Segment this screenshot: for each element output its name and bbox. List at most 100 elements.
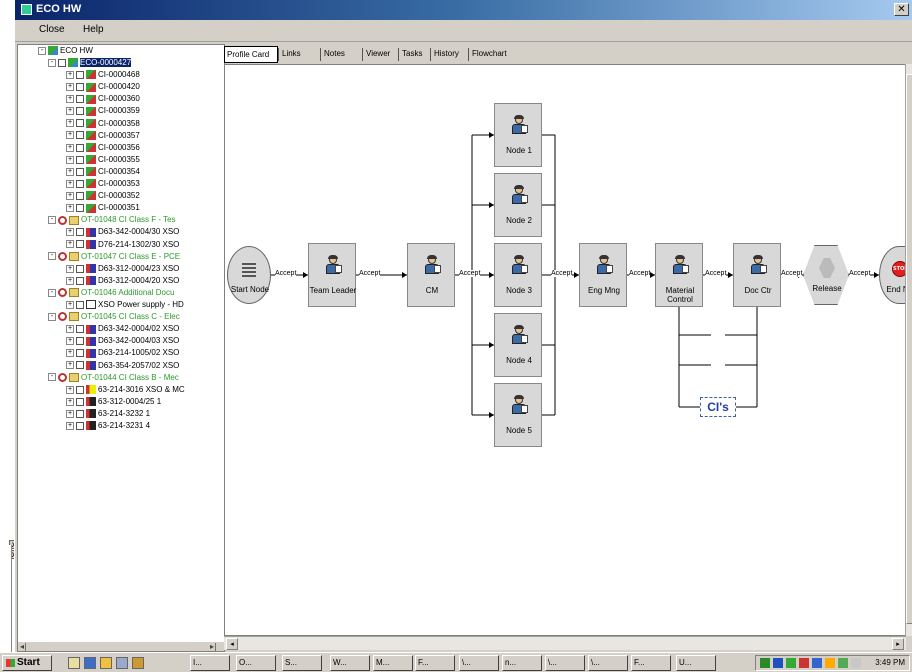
- expand-icon[interactable]: +: [66, 349, 74, 358]
- collapse-icon[interactable]: -: [48, 288, 56, 297]
- tree-item[interactable]: + D63-214-1005/02 XSO: [66, 347, 179, 359]
- tab-tasks[interactable]: Tasks: [400, 46, 428, 63]
- tab-notes[interactable]: Notes: [322, 46, 352, 63]
- eco-tree[interactable]: - ECO HW - ECO-0000427 + CI-0000468 + CI-00004…: [17, 44, 225, 652]
- scroll-left-button[interactable]: ◂: [226, 638, 238, 650]
- workflow-node-team-leader[interactable]: Team Leader: [308, 243, 356, 307]
- checkbox[interactable]: [76, 131, 84, 140]
- collapse-icon[interactable]: -: [48, 252, 56, 261]
- tree-item[interactable]: + D63-342-0004/02 XSO: [66, 323, 179, 335]
- status-icon[interactable]: [838, 658, 848, 668]
- checkbox[interactable]: [76, 155, 84, 164]
- browser-icon[interactable]: [84, 657, 96, 669]
- collapse-icon[interactable]: -: [38, 46, 46, 55]
- tree-horizontal-scrollbar[interactable]: ◂| ▸|: [18, 641, 224, 651]
- taskbar-window-button[interactable]: U...: [676, 655, 716, 671]
- expand-icon[interactable]: +: [66, 337, 74, 346]
- checkbox[interactable]: [76, 83, 84, 92]
- tab-history[interactable]: History: [432, 46, 466, 63]
- tab-flowchart[interactable]: Flowchart: [470, 46, 516, 63]
- tree-root[interactable]: - ECO HW: [38, 45, 93, 57]
- tree-item[interactable]: + CI-0000358: [66, 118, 140, 130]
- expand-icon[interactable]: +: [66, 421, 74, 430]
- expand-icon[interactable]: +: [66, 155, 74, 164]
- taskbar-window-button[interactable]: \...: [588, 655, 628, 671]
- expand-icon[interactable]: +: [66, 228, 74, 237]
- desktop-icon[interactable]: [68, 657, 80, 669]
- checkbox[interactable]: [76, 70, 84, 79]
- explorer-icon[interactable]: [116, 657, 128, 669]
- menu-help[interactable]: Help: [83, 24, 104, 35]
- workflow-node-node-3[interactable]: Node 3: [494, 243, 542, 307]
- tree-item[interactable]: + CI-0000352: [66, 190, 140, 202]
- media-icon[interactable]: [132, 657, 144, 669]
- expand-icon[interactable]: +: [66, 240, 74, 249]
- expand-icon[interactable]: +: [66, 361, 74, 370]
- taskbar-window-button[interactable]: I...: [190, 655, 230, 671]
- start-node[interactable]: Start Node: [227, 246, 271, 304]
- tree-folder-item[interactable]: - OT-01044 CI Class B - Mec: [48, 372, 179, 384]
- scroll-right-button[interactable]: ▸: [892, 638, 904, 650]
- checkbox[interactable]: [76, 337, 84, 346]
- taskbar-window-button[interactable]: \...: [545, 655, 585, 671]
- tree-item[interactable]: +63-312-0004/25 1: [66, 396, 161, 408]
- language-icon[interactable]: [773, 658, 783, 668]
- close-button[interactable]: ✕: [894, 3, 909, 16]
- checkbox[interactable]: [76, 264, 84, 273]
- expand-icon[interactable]: +: [66, 385, 74, 394]
- tree-folder-item[interactable]: - OT-01045 CI Class C - Elec: [48, 311, 180, 323]
- checkbox[interactable]: [76, 119, 84, 128]
- taskbar-window-button[interactable]: W...: [330, 655, 370, 671]
- outlook-icon[interactable]: [100, 657, 112, 669]
- checkbox[interactable]: [76, 179, 84, 188]
- checkbox[interactable]: [76, 95, 84, 104]
- expand-icon[interactable]: +: [66, 300, 74, 309]
- workflow-node-doc-ctr[interactable]: Doc Ctr: [733, 243, 781, 307]
- volume-icon[interactable]: [786, 658, 796, 668]
- tree-item[interactable]: + CI-0000354: [66, 166, 140, 178]
- tree-item[interactable]: + D63-354-2057/02 XSO: [66, 360, 179, 372]
- tree-item[interactable]: + D63-342-0004/03 XSO: [66, 335, 179, 347]
- checkbox[interactable]: [76, 143, 84, 152]
- tree-item[interactable]: +63-214-3232 1: [66, 408, 150, 420]
- taskbar-window-button[interactable]: \...: [459, 655, 499, 671]
- workflow-node-node-4[interactable]: Node 4: [494, 313, 542, 377]
- workflow-node-node-5[interactable]: Node 5: [494, 383, 542, 447]
- checkbox[interactable]: [76, 325, 84, 334]
- expand-icon[interactable]: +: [66, 179, 74, 188]
- checkbox[interactable]: [76, 300, 84, 309]
- checkbox[interactable]: [76, 107, 84, 116]
- tree-item[interactable]: +63-214-3231 4: [66, 420, 150, 432]
- tree-item[interactable]: + D76-214-1302/30 XSO: [66, 239, 179, 251]
- expand-icon[interactable]: +: [66, 119, 74, 128]
- expand-icon[interactable]: +: [66, 397, 74, 406]
- collapse-icon[interactable]: -: [48, 216, 56, 225]
- tree-item[interactable]: + CI-0000351: [66, 202, 140, 214]
- checkbox[interactable]: [76, 167, 84, 176]
- collapse-icon[interactable]: -: [48, 58, 56, 67]
- expand-icon[interactable]: +: [66, 83, 74, 92]
- expand-icon[interactable]: +: [66, 131, 74, 140]
- checkbox[interactable]: [76, 397, 84, 406]
- mail-icon[interactable]: [851, 658, 861, 668]
- workflow-node-node-1[interactable]: Node 1: [494, 103, 542, 167]
- taskbar-window-button[interactable]: F...: [415, 655, 455, 671]
- tree-folder-item[interactable]: - OT-01048 CI Class F - Tes: [48, 214, 176, 226]
- checkbox[interactable]: [76, 385, 84, 394]
- tree-item[interactable]: + CI-0000356: [66, 142, 140, 154]
- expand-icon[interactable]: +: [66, 143, 74, 152]
- checkbox[interactable]: [76, 421, 84, 430]
- title-bar[interactable]: ECO HW ✕: [15, 0, 912, 20]
- tab-links[interactable]: Links: [280, 46, 310, 63]
- tree-folder-item[interactable]: - OT-01046 Additional Docu: [48, 287, 174, 299]
- workflow-node-material-control[interactable]: Material Control: [655, 243, 703, 307]
- tree-item[interactable]: + CI-0000353: [66, 178, 140, 190]
- tree-folder-item[interactable]: - OT-01047 CI Class E - PCE: [48, 251, 180, 263]
- expand-icon[interactable]: +: [66, 191, 74, 200]
- checkbox[interactable]: [76, 228, 84, 237]
- expand-icon[interactable]: +: [66, 264, 74, 273]
- checkbox[interactable]: [76, 276, 84, 285]
- expand-icon[interactable]: +: [66, 70, 74, 79]
- tree-item[interactable]: + CI-0000420: [66, 81, 140, 93]
- tree-item[interactable]: + D63-342-0004/30 XSO: [66, 226, 179, 238]
